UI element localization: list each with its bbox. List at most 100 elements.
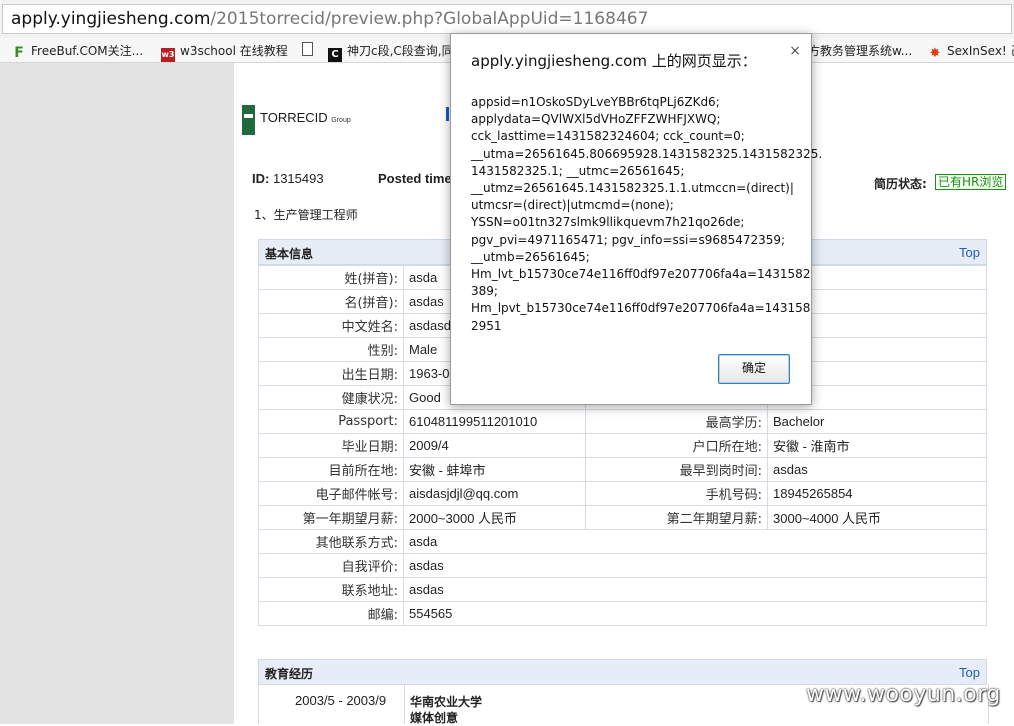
field-label: 名(拼音): [258, 289, 404, 314]
dialog-message-line: utmcsr=(direct)|utmcmd=(none); [471, 198, 674, 213]
field-value: 610481199511201010 [403, 409, 586, 434]
dialog-message-line: __utma=26561645.806695928.1431582325.143… [471, 146, 823, 161]
field-value: asdas [767, 457, 987, 482]
edu-major: 媒体创意 [410, 711, 459, 725]
field-label: 自我评价: [258, 553, 404, 578]
bookmark-label: w3school 在线教程 [180, 44, 288, 58]
table-row: 自我评价: asdas [258, 553, 987, 578]
dialog-title: apply.yingjiesheng.com 上的网页显示： [471, 52, 757, 70]
dialog-message-line: appsid=n1OskoSDyLveYBBr6tqPLj6ZKd6; [471, 95, 720, 109]
watermark: www.wooyun.org [806, 682, 1001, 707]
ok-button[interactable]: 确定 [718, 354, 790, 384]
field-value: 2009/4 [403, 433, 586, 458]
dialog-message-line: 1431582325.1; __utmc=26561645; [471, 163, 685, 178]
dialog-message-line: __utmb=26561645; [471, 249, 590, 264]
id-label: ID: [252, 171, 270, 186]
field-label: 联系地址: [258, 577, 404, 602]
field-label: 健康状况: [258, 385, 404, 410]
field-label: 邮编: [258, 601, 404, 626]
field-label: 户口所在地: [585, 433, 768, 458]
table-row: 电子邮件帐号: aisdasjdjl@qq.com 手机号码: 18945265854 [258, 481, 987, 506]
field-value: asdas [403, 577, 987, 602]
url-path: /2015torrecid/preview.php?GlobalAppUid=1… [210, 9, 649, 29]
table-row: 第一年期望月薪: 2000~3000 人民币 第二年期望月薪: 3000~4000 人… [258, 505, 987, 530]
table-row: 其他联系方式: asda [258, 529, 987, 554]
field-label: 第二年期望月薪: [585, 505, 768, 530]
bookmark-label: FreeBuf.COM关注... [31, 44, 144, 58]
field-label: 最早到岗时间: [585, 457, 768, 482]
field-value: 3000~4000 人民币 [767, 505, 987, 530]
dialog-message-line: 2951 [471, 318, 502, 333]
logo-group: Group [331, 117, 351, 124]
logo-mark-icon [242, 105, 255, 135]
dialog-message-line: __utmz=26561645.1431582325.1.1.utmccn=(d… [471, 181, 794, 196]
table-row: 毕业日期: 2009/4 户口所在地: 安徽 - 淮南市 [258, 433, 987, 458]
sis-icon: ✸ [929, 46, 941, 61]
edu-date: 2003/5 - 2003/9 [295, 693, 387, 708]
top-link[interactable]: Top [959, 665, 980, 680]
field-label: 最高学历: [585, 409, 768, 434]
field-label: 目前所在地: [258, 457, 404, 482]
freebuf-icon: F [14, 45, 24, 61]
field-label: 性别: [258, 337, 404, 362]
bookmark-freebuf[interactable]: F FreeBuf.COM关注... [12, 42, 144, 61]
field-label: Passport: [258, 409, 404, 434]
dialog-message-line: cck_lasttime=1431582324604; cck_count=0; [471, 129, 745, 144]
bookmark-label: SexInSex! 己 [947, 44, 1014, 58]
dialog-message-line: pgv_pvi=4971165471; pgv_info=ssi=s968547… [471, 232, 786, 247]
top-link[interactable]: Top [959, 245, 980, 260]
table-row: 邮编: 554565 [258, 601, 987, 626]
id-value: 1315493 [272, 171, 324, 186]
field-label: 姓(拼音): [258, 265, 404, 290]
field-label: 出生日期: [258, 361, 404, 386]
posted-time-label: Posted time [378, 171, 452, 186]
w3school-icon: w3 [161, 48, 175, 62]
table-row: Passport: 610481199511201010 最高学历: Bachelor [258, 409, 987, 434]
dialog-message: appsid=n1OskoSDyLveYBBr6tqPLj6ZKd6; apply… [471, 94, 823, 335]
field-value: 安徽 - 淮南市 [767, 433, 987, 458]
field-value: 554565 [403, 601, 987, 626]
logo-text: TORRECID [260, 110, 328, 125]
dialog-message-line: applydata=QVlWXl5dVHoZFFZWHFJXWQ; [471, 112, 721, 127]
bookmark-jiaowu[interactable]: 方教务管理系统w... [808, 42, 912, 58]
resume-status-badge: 已有HR浏览 [935, 174, 1007, 190]
field-label: 毕业日期: [258, 433, 404, 458]
dialog-message-line: YSSN=o01tn327slmk9llikquevm7h21qo26de; [471, 215, 745, 230]
field-value: 18945265854 [767, 481, 987, 506]
table-row: 目前所在地: 安徽 - 蚌埠市 最早到岗时间: asdas [258, 457, 987, 482]
field-label: 第一年期望月薪: [258, 505, 404, 530]
field-value: asda [403, 529, 987, 554]
divider [404, 684, 405, 724]
field-value: aisdasjdjl@qq.com [403, 481, 586, 506]
field-value: 安徽 - 蚌埠市 [403, 457, 586, 482]
bookmark-sis[interactable]: ✸ SexInSex! 己 [928, 42, 1014, 61]
dialog-message-line: Hm_lpvt_b15730ce74e116ff0df97e207706fa4a… [471, 301, 811, 316]
resume-id: ID: 1315493 [252, 171, 324, 186]
page-left-gutter [0, 63, 234, 724]
resume-status-label: 简历状态: [874, 177, 927, 191]
bookmark-shendao[interactable]: C 神刀c段,C段查询,同 [328, 42, 454, 62]
field-value: Bachelor [767, 409, 987, 434]
field-label: 电子邮件帐号: [258, 481, 404, 506]
bookmark-w3school[interactable]: w3 w3school 在线教程 [161, 42, 288, 62]
field-value: asdas [403, 553, 987, 578]
job-title: 1、生产管理工程师 [254, 208, 358, 222]
dialog-message-line: 389; [471, 284, 498, 299]
field-label: 中文姓名: [258, 313, 404, 338]
field-label: 其他联系方式: [258, 529, 404, 554]
field-value: 2000~3000 人民币 [403, 505, 586, 530]
bookmark-page[interactable] [302, 42, 318, 58]
table-row: 联系地址: asdas [258, 577, 987, 602]
url-host: apply.yingjiesheng.com [11, 9, 211, 29]
alert-dialog: apply.yingjiesheng.com 上的网页显示： × appsid=… [450, 33, 823, 405]
section-title: 基本信息 [265, 247, 314, 261]
url-input[interactable]: apply.yingjiesheng.com/2015torrecid/prev… [2, 4, 1012, 34]
shendao-icon: C [328, 48, 342, 62]
url-text: apply.yingjiesheng.com/2015torrecid/prev… [11, 9, 648, 29]
close-icon[interactable]: × [789, 43, 801, 59]
bookmark-label: 神刀c段,C段查询,同 [347, 44, 454, 58]
section-title: 教育经历 [265, 667, 314, 681]
field-label: 手机号码: [585, 481, 768, 506]
edu-school: 华南农业大学 [410, 695, 483, 709]
page-icon [302, 42, 313, 56]
